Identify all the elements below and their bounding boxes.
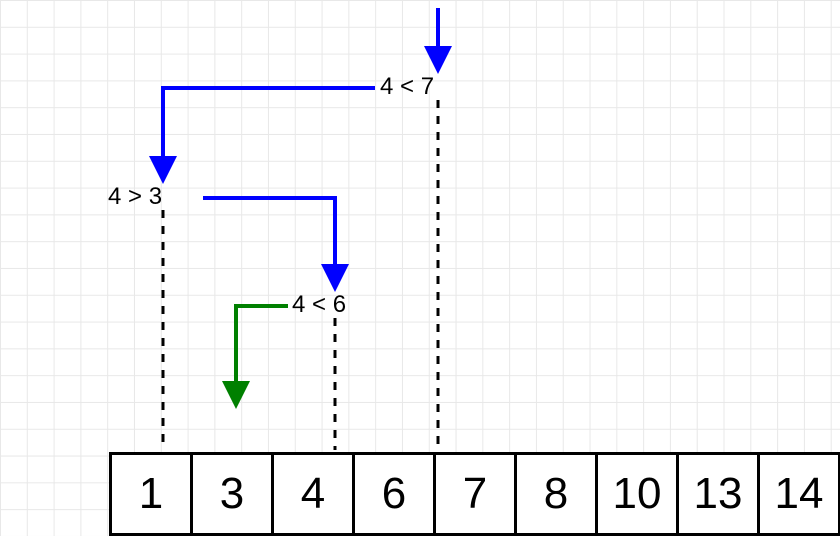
path-step-1-to-2 xyxy=(163,88,375,170)
array-cell: 4 xyxy=(274,455,355,533)
array-cell: 8 xyxy=(517,455,598,533)
array-cell: 1 xyxy=(112,455,193,533)
array-cell: 14 xyxy=(760,455,838,533)
path-step-3-found xyxy=(236,306,288,395)
sorted-array: 1 3 4 6 7 8 10 13 14 xyxy=(109,452,840,536)
array-cell: 10 xyxy=(598,455,679,533)
path-step-2-to-3 xyxy=(203,198,335,278)
comparison-step-3: 4 < 6 xyxy=(292,291,346,319)
comparison-step-2: 4 > 3 xyxy=(108,183,162,211)
array-cell: 13 xyxy=(679,455,760,533)
array-cell: 7 xyxy=(436,455,517,533)
array-cell: 3 xyxy=(193,455,274,533)
array-cell: 6 xyxy=(355,455,436,533)
comparison-step-1: 4 < 7 xyxy=(380,73,434,101)
